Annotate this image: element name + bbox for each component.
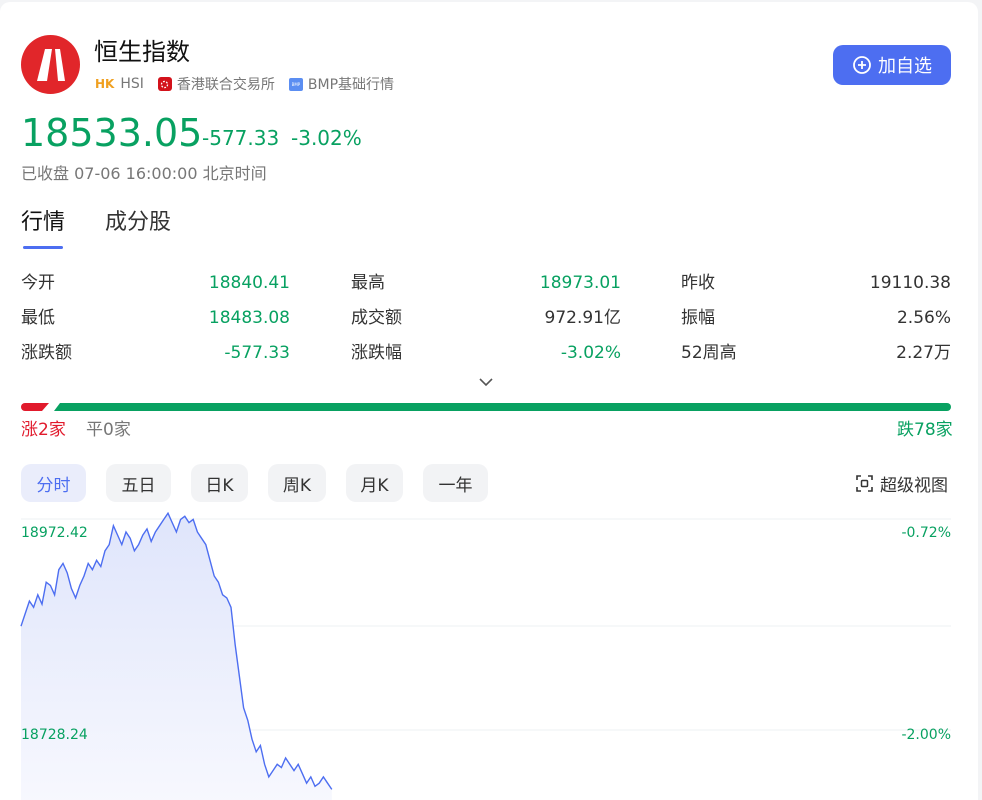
stat-label-turnover: 成交额 xyxy=(351,308,402,328)
tab-quote[interactable]: 行情 xyxy=(21,207,65,239)
rise-ratio-bar xyxy=(21,403,49,411)
stat-value-52w-high: 2.27万 xyxy=(896,343,951,363)
index-title: 恒生指数 xyxy=(94,38,190,66)
stat-value-amplitude: 2.56% xyxy=(896,308,951,328)
period-weekly-k[interactable]: 周K xyxy=(268,464,326,502)
exchange-name: 香港联合交易所 xyxy=(176,77,275,93)
stat-label-open: 今开 xyxy=(21,273,55,293)
rise-count: 涨2家 xyxy=(21,420,66,440)
bmp-icon: BMP xyxy=(288,77,303,91)
price-area xyxy=(21,513,332,800)
flat-count: 平0家 xyxy=(86,420,131,440)
stat-label-change: 涨跌额 xyxy=(21,343,72,363)
add-watchlist-label: 加自选 xyxy=(878,56,932,77)
tab-constituents[interactable]: 成分股 xyxy=(105,207,171,239)
index-meta: HK HSI 香港联合交易所 BMP BMP基础行情 xyxy=(95,73,394,95)
period-1year[interactable]: 一年 xyxy=(423,464,488,502)
data-source: BMP基础行情 xyxy=(307,77,395,93)
stat-value-change-pct: -3.02% xyxy=(560,343,621,363)
hong-kong-flag-icon xyxy=(157,77,172,91)
y-label-top-right: -0.72% xyxy=(901,525,951,541)
intraday-chart-svg xyxy=(20,511,951,800)
hsi-logo xyxy=(21,35,80,94)
price-change-pct: -3.02% xyxy=(291,126,362,150)
stat-label-prev-close: 昨收 xyxy=(681,273,715,293)
stat-label-52w-high: 52周高 xyxy=(681,343,737,363)
stat-value-prev-close: 19110.38 xyxy=(869,273,951,293)
super-view-button[interactable]: 超级视图 xyxy=(855,471,948,496)
market-status: 已收盘 07-06 16:00:00 北京时间 xyxy=(21,164,267,183)
stat-value-turnover: 972.91亿 xyxy=(544,308,621,328)
stat-value-change: -577.33 xyxy=(224,343,290,363)
period-daily-k[interactable]: 日K xyxy=(191,464,248,502)
y-label-mid-left: 18728.24 xyxy=(21,727,88,743)
stat-label-low: 最低 xyxy=(21,308,55,328)
stat-value-open: 18840.41 xyxy=(208,273,290,293)
y-label-mid-right: -2.00% xyxy=(901,727,951,743)
add-watchlist-button[interactable]: 加自选 xyxy=(833,45,951,85)
expand-stats-button[interactable] xyxy=(477,374,495,388)
fall-ratio-bar xyxy=(54,403,951,411)
price-change: -577.33 xyxy=(202,126,280,150)
y-label-top-left: 18972.42 xyxy=(21,525,88,541)
quote-card: 恒生指数 HK HSI 香港联合交易所 BMP BMP基础行情 加自选 1853… xyxy=(0,2,978,800)
stat-label-change-pct: 涨跌幅 xyxy=(351,343,402,363)
period-monthly-k[interactable]: 月K xyxy=(346,464,403,502)
stat-value-low: 18483.08 xyxy=(208,308,290,328)
period-5day[interactable]: 五日 xyxy=(106,464,171,502)
intraday-chart[interactable]: 18972.42 18728.24 -0.72% -2.00% xyxy=(0,511,978,800)
market-tag: HK xyxy=(95,77,115,91)
fall-count: 跌78家 xyxy=(897,420,953,440)
plus-circle-icon xyxy=(853,56,871,74)
stat-value-high: 18973.01 xyxy=(539,273,621,293)
chevron-down-icon xyxy=(479,378,493,387)
last-price: 18533.05 xyxy=(21,111,203,155)
fullscreen-icon xyxy=(856,475,873,492)
stat-label-high: 最高 xyxy=(351,273,385,293)
tab-active-indicator xyxy=(23,246,63,249)
index-code: HSI xyxy=(120,76,144,92)
super-view-label: 超级视图 xyxy=(880,476,948,496)
period-intraday[interactable]: 分时 xyxy=(21,464,86,502)
stat-label-amplitude: 振幅 xyxy=(681,308,715,328)
